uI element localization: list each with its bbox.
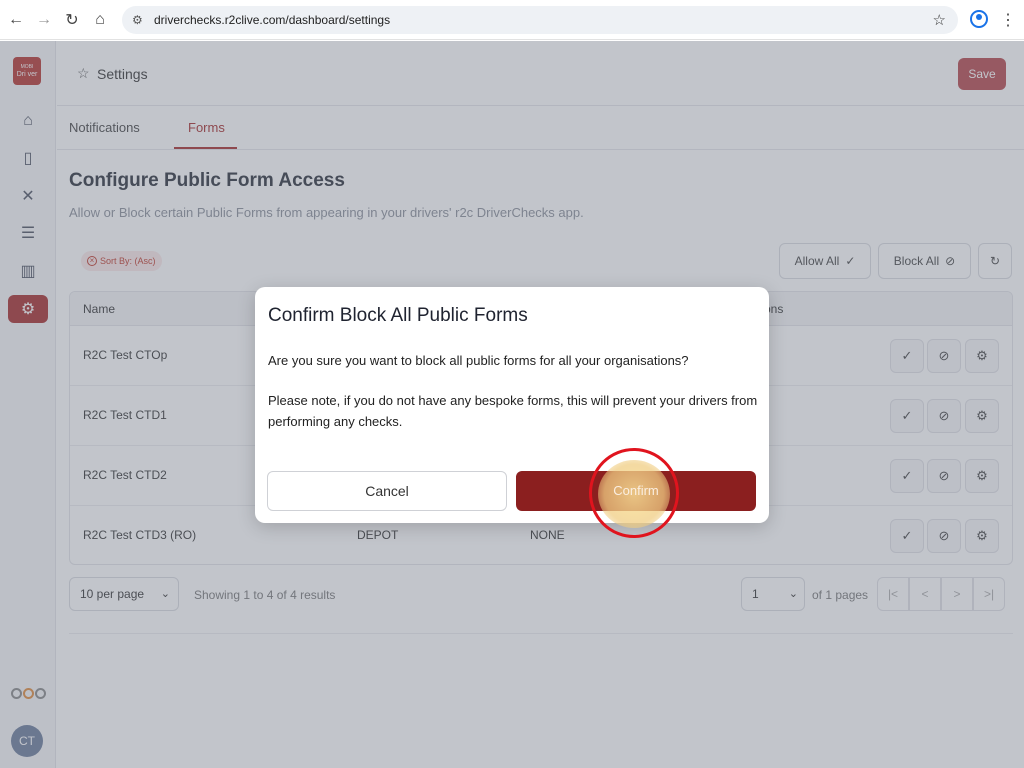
confirm-dialog: Confirm Block All Public Forms Are you s… — [255, 287, 769, 523]
home-icon[interactable]: ⌂ — [86, 6, 114, 34]
dialog-note: Please note, if you do not have any besp… — [268, 393, 758, 429]
forward-arrow-icon[interactable]: → — [30, 6, 58, 34]
reload-icon[interactable]: ↻ — [58, 6, 86, 34]
browser-toolbar: ← → ↻ ⌂ ⚙ driverchecks.r2clive.com/dashb… — [0, 0, 1024, 40]
address-bar[interactable]: ⚙ driverchecks.r2clive.com/dashboard/set… — [122, 6, 958, 34]
dialog-title: Confirm Block All Public Forms — [268, 305, 528, 326]
click-indicator-ring — [589, 448, 679, 538]
bookmark-star-icon[interactable]: ☆ — [933, 11, 946, 29]
browser-menu-icon[interactable]: ⋮ — [1000, 10, 1016, 30]
back-arrow-icon[interactable]: ← — [2, 6, 30, 34]
dialog-message: Are you sure you want to block all publi… — [268, 353, 689, 368]
profile-icon[interactable] — [970, 10, 988, 28]
url-text: driverchecks.r2clive.com/dashboard/setti… — [154, 13, 391, 27]
cancel-button[interactable]: Cancel — [267, 471, 507, 511]
site-settings-icon[interactable]: ⚙ — [132, 13, 150, 27]
